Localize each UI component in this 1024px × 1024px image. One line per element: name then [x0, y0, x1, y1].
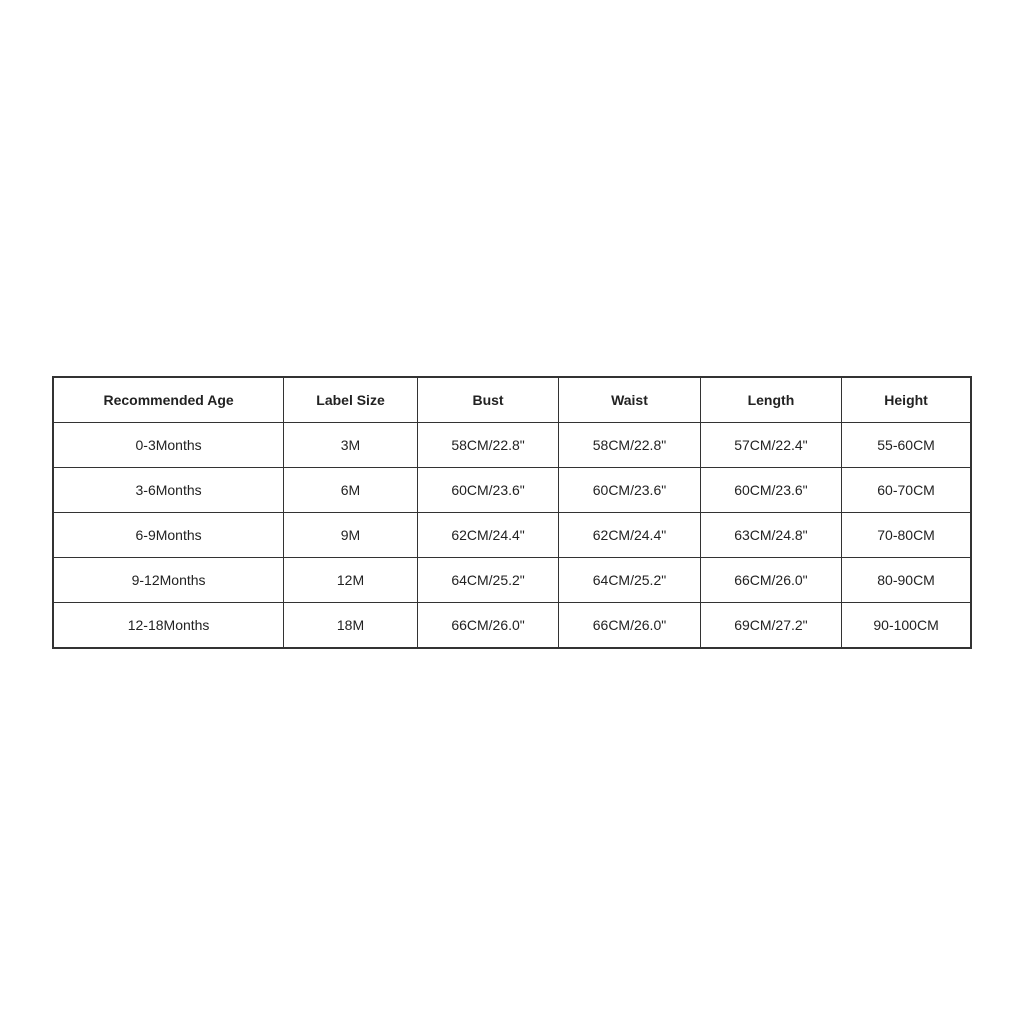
cell-bust: 60CM/23.6" [417, 467, 558, 512]
cell-height: 70-80CM [842, 512, 971, 557]
cell-bust: 62CM/24.4" [417, 512, 558, 557]
size-chart-container: Recommended Age Label Size Bust Waist Le… [52, 376, 972, 649]
cell-length: 63CM/24.8" [700, 512, 841, 557]
cell-waist: 66CM/26.0" [559, 602, 700, 647]
cell-height: 80-90CM [842, 557, 971, 602]
cell-length: 66CM/26.0" [700, 557, 841, 602]
cell-label_size: 9M [284, 512, 418, 557]
table-row: 0-3Months3M58CM/22.8"58CM/22.8"57CM/22.4… [54, 422, 971, 467]
cell-bust: 64CM/25.2" [417, 557, 558, 602]
cell-waist: 60CM/23.6" [559, 467, 700, 512]
cell-age: 12-18Months [54, 602, 284, 647]
cell-age: 0-3Months [54, 422, 284, 467]
col-header-length: Length [700, 377, 841, 422]
col-header-age: Recommended Age [54, 377, 284, 422]
cell-age: 6-9Months [54, 512, 284, 557]
cell-length: 57CM/22.4" [700, 422, 841, 467]
cell-bust: 66CM/26.0" [417, 602, 558, 647]
cell-label_size: 6M [284, 467, 418, 512]
cell-waist: 62CM/24.4" [559, 512, 700, 557]
cell-height: 55-60CM [842, 422, 971, 467]
cell-height: 90-100CM [842, 602, 971, 647]
cell-label_size: 3M [284, 422, 418, 467]
cell-waist: 64CM/25.2" [559, 557, 700, 602]
cell-label_size: 18M [284, 602, 418, 647]
table-header-row: Recommended Age Label Size Bust Waist Le… [54, 377, 971, 422]
cell-age: 9-12Months [54, 557, 284, 602]
size-chart-table: Recommended Age Label Size Bust Waist Le… [53, 377, 971, 648]
col-header-bust: Bust [417, 377, 558, 422]
table-row: 3-6Months6M60CM/23.6"60CM/23.6"60CM/23.6… [54, 467, 971, 512]
table-row: 12-18Months18M66CM/26.0"66CM/26.0"69CM/2… [54, 602, 971, 647]
cell-length: 60CM/23.6" [700, 467, 841, 512]
cell-length: 69CM/27.2" [700, 602, 841, 647]
cell-height: 60-70CM [842, 467, 971, 512]
table-row: 9-12Months12M64CM/25.2"64CM/25.2"66CM/26… [54, 557, 971, 602]
col-header-label-size: Label Size [284, 377, 418, 422]
col-header-height: Height [842, 377, 971, 422]
cell-label_size: 12M [284, 557, 418, 602]
cell-waist: 58CM/22.8" [559, 422, 700, 467]
cell-bust: 58CM/22.8" [417, 422, 558, 467]
table-row: 6-9Months9M62CM/24.4"62CM/24.4"63CM/24.8… [54, 512, 971, 557]
cell-age: 3-6Months [54, 467, 284, 512]
col-header-waist: Waist [559, 377, 700, 422]
